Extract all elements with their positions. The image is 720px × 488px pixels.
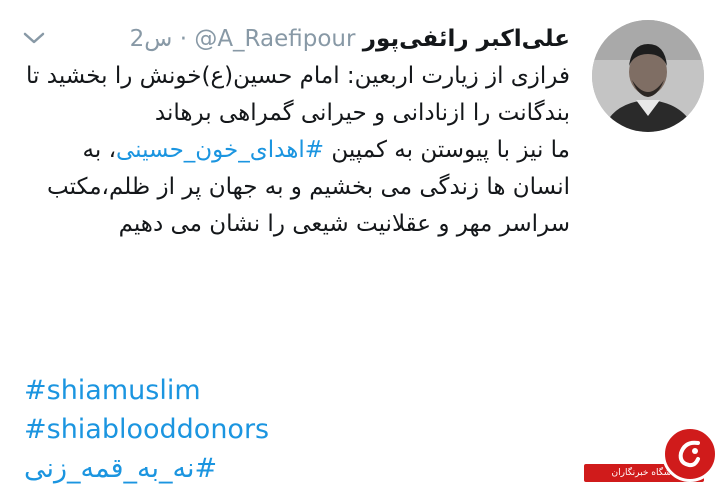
watermark-logo: باشگاه خبرنگاران <box>580 426 720 486</box>
chevron-down-icon[interactable] <box>22 28 46 48</box>
tweet-text-paragraph-2: ما نیز با پیوستن به کمپین #اهدای_خون_حسی… <box>25 132 570 243</box>
tweet-card: 2س · @A_Raefipour علی‌اکبر رائفی‌پور فرا… <box>0 0 720 486</box>
hashtag-link-inline[interactable]: #اهدای_خون_حسینی <box>116 137 324 163</box>
tweet-timestamp[interactable]: 2س <box>130 26 173 52</box>
profile-photo-icon <box>592 20 704 132</box>
author-name[interactable]: علی‌اکبر رائفی‌پور <box>363 26 570 52</box>
tweet-header: 2س · @A_Raefipour علی‌اکبر رائفی‌پور <box>130 22 570 56</box>
watermark-emblem-icon <box>662 426 718 482</box>
tweet-text-part: ما نیز با پیوستن به کمپین <box>324 137 570 163</box>
tweet-text-paragraph-1: فرازی از زیارت اربعین: امام حسین(ع)خونش … <box>26 63 570 126</box>
hashtag-link[interactable]: #shiamuslim <box>24 371 269 410</box>
avatar[interactable] <box>592 20 704 132</box>
separator-dot: · <box>179 26 187 52</box>
hashtag-list: #shiamuslim #shiablooddonors #نه_به_قمه_… <box>24 371 269 488</box>
hashtag-link[interactable]: #shiablooddonors <box>24 410 269 449</box>
author-handle[interactable]: @A_Raefipour <box>194 26 355 52</box>
tweet-text: فرازی از زیارت اربعین: امام حسین(ع)خونش … <box>25 58 570 243</box>
hashtag-link[interactable]: #نه_به_قمه_زنی <box>24 449 269 488</box>
